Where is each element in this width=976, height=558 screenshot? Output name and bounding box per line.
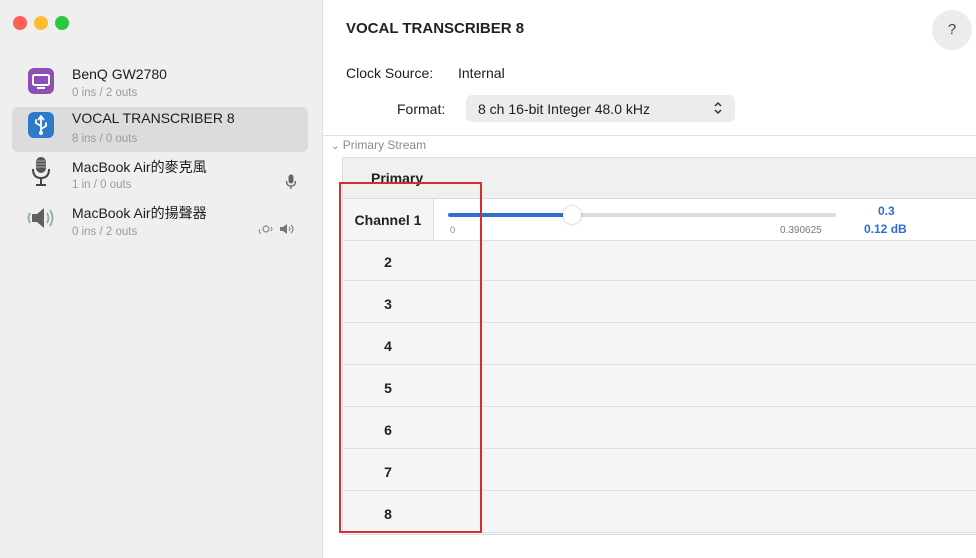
volume-db: 0.12 dB	[864, 222, 907, 236]
clock-source-value: Internal	[458, 65, 505, 81]
minimize-window-button[interactable]	[34, 16, 48, 30]
mic-badge-icon	[285, 174, 297, 195]
device-name: BenQ GW2780	[72, 66, 167, 82]
divider	[323, 135, 976, 136]
slider-max-label: 0.390625	[780, 225, 822, 236]
device-io: 0 ins / 2 outs	[72, 87, 138, 99]
usb-icon	[27, 111, 55, 139]
device-io: 0 ins / 2 outs	[72, 226, 138, 238]
format-value: 8 ch 16-bit Integer 48.0 kHz	[478, 101, 650, 117]
clock-source-label: Clock Source:	[346, 65, 434, 81]
zoom-window-button[interactable]	[55, 16, 69, 30]
device-name: MacBook Air的揚聲器	[72, 205, 207, 221]
volume-slider[interactable]	[448, 206, 836, 224]
chevron-down-icon: ⌄	[331, 141, 340, 152]
speaker-badges-icon	[258, 222, 300, 240]
stream-header-label: Primary Stream	[342, 138, 427, 152]
close-window-button[interactable]	[13, 16, 27, 30]
help-button[interactable]: ?	[932, 10, 972, 50]
device-item-macbook-mic[interactable]: MacBook Air的麥克風 1 in / 0 outs	[0, 153, 322, 198]
monitor-icon	[27, 67, 55, 95]
page-title: VOCAL TRANSCRIBER 8	[346, 20, 525, 37]
volume-value: 0.3	[878, 204, 895, 218]
device-item-macbook-speaker[interactable]: MacBook Air的揚聲器 0 ins / 2 outs	[0, 200, 322, 245]
slider-thumb[interactable]	[563, 206, 581, 224]
microphone-icon	[27, 156, 55, 186]
stream-disclosure[interactable]: ⌄ Primary Stream	[331, 138, 426, 152]
format-select[interactable]: 8 ch 16-bit Integer 48.0 kHz	[466, 95, 735, 122]
chevron-updown-icon	[713, 99, 723, 120]
format-label: Format:	[397, 101, 446, 117]
sidebar: BenQ GW2780 0 ins / 2 outs VOCAL TRANSCR…	[0, 0, 323, 558]
device-io: 1 in / 0 outs	[72, 179, 132, 191]
speaker-icon	[24, 204, 54, 232]
device-name: VOCAL TRANSCRIBER 8	[72, 110, 235, 126]
device-name: MacBook Air的麥克風	[72, 159, 207, 175]
device-item-vocal-transcriber[interactable]: VOCAL TRANSCRIBER 8 8 ins / 0 outs	[12, 107, 308, 152]
highlight-box	[339, 182, 482, 533]
device-io: 8 ins / 0 outs	[72, 133, 138, 145]
device-item-benq[interactable]: BenQ GW2780 0 ins / 2 outs	[0, 62, 322, 107]
